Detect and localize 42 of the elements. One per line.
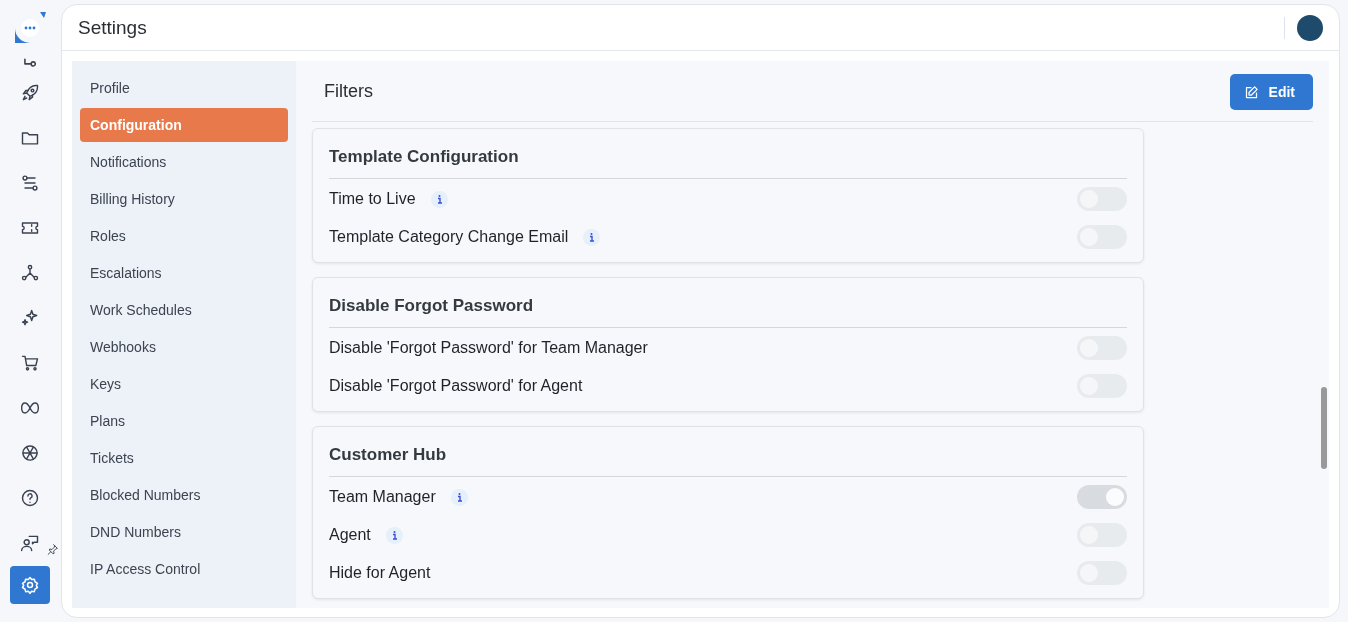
menu-item[interactable]: Tickets — [80, 441, 288, 475]
menu-item[interactable]: Keys — [80, 367, 288, 401]
edit-button[interactable]: Edit — [1229, 74, 1313, 110]
menu-item[interactable]: Webhooks — [80, 330, 288, 364]
setting-label: Team Manager — [329, 488, 436, 506]
menu-item[interactable]: Blocked Numbers — [80, 478, 288, 512]
menu-item[interactable]: Work Schedules — [80, 293, 288, 327]
person-chat-icon — [20, 533, 40, 553]
flow-icon — [20, 173, 40, 193]
menu-item[interactable]: Notifications — [80, 145, 288, 179]
help-icon — [20, 488, 40, 508]
setting-label: Agent — [329, 526, 371, 544]
network-icon — [20, 263, 40, 283]
menu-item[interactable]: Roles — [80, 219, 288, 253]
menu-item[interactable]: DND Numbers — [80, 515, 288, 549]
menu-item[interactable]: Escalations — [80, 256, 288, 290]
toggle-switch[interactable] — [1077, 485, 1127, 509]
rocket-icon — [20, 83, 40, 103]
sparkles-icon — [20, 308, 40, 328]
card-title: Customer Hub — [329, 427, 1127, 477]
menu-item[interactable]: Billing History — [80, 182, 288, 216]
setting-label: Disable 'Forgot Password' for Team Manager — [329, 339, 648, 357]
setting-label: Template Category Change Email — [329, 228, 569, 246]
setting-label: Disable 'Forgot Password' for Agent — [329, 377, 583, 395]
section-title: Filters — [324, 80, 373, 102]
card-title: Template Configuration — [329, 129, 1127, 179]
card-title: Disable Forgot Password — [329, 278, 1127, 328]
route-icon — [24, 58, 36, 67]
scrollbar[interactable] — [1321, 387, 1327, 469]
avatar[interactable] — [1297, 14, 1323, 41]
settings-nav-button[interactable] — [10, 566, 50, 604]
setting-label: Hide for Agent — [329, 564, 431, 582]
menu-item[interactable]: Profile — [80, 71, 288, 105]
chat-logo-icon — [12, 10, 48, 46]
settings-icon — [20, 575, 40, 595]
menu-item[interactable]: IP Access Control — [80, 552, 288, 586]
edit-icon — [1243, 84, 1259, 100]
setting-label: Time to Live — [329, 190, 416, 208]
cart-icon — [20, 353, 40, 373]
page-title: Settings — [78, 16, 147, 39]
pin-icon[interactable] — [46, 543, 59, 556]
menu-item[interactable]: Plans — [80, 404, 288, 438]
